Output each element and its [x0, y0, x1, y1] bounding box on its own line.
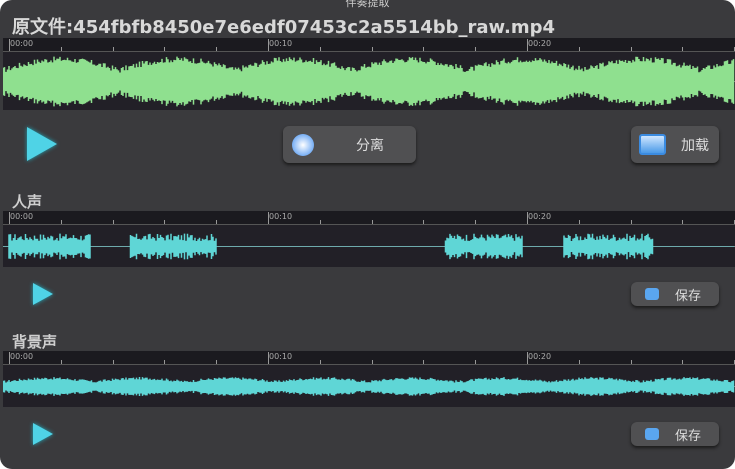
load-button[interactable]: 加载 — [631, 126, 719, 163]
waveform — [3, 377, 735, 396]
waveform — [3, 56, 735, 107]
save-vocals-label: 保存 — [675, 288, 702, 304]
save-icon — [645, 428, 659, 440]
window-title: 伴奏提取 — [345, 0, 390, 9]
load-label: 加载 — [681, 137, 709, 154]
separate-button[interactable]: 分离 — [283, 126, 416, 163]
waveform — [3, 233, 735, 260]
ruler-tick — [216, 47, 218, 51]
ruler-tick — [630, 360, 632, 364]
ruler-tick — [319, 220, 321, 224]
ruler-tick — [630, 220, 632, 224]
ruler-tick — [216, 220, 218, 224]
ruler-tick — [630, 47, 632, 51]
ruler-tick — [112, 220, 114, 224]
ruler-tick — [164, 220, 166, 224]
ruler-tick — [319, 360, 321, 364]
ruler-tick — [475, 220, 477, 224]
ruler-tick — [475, 360, 477, 364]
timeline-ruler[interactable]: 00:00 00:10 00:20 — [3, 211, 735, 225]
timeline-ruler[interactable]: 00:00 00:10 00:20 — [3, 38, 735, 52]
ruler-tick — [578, 47, 580, 51]
ruler-label: 00:10 — [269, 39, 293, 48]
save-background-label: 保存 — [675, 428, 702, 444]
play-source-button[interactable] — [27, 127, 57, 161]
ruler-tick — [371, 360, 373, 364]
ruler-tick — [164, 47, 166, 51]
ruler-tick — [371, 220, 373, 224]
vocals-label: 人声 — [12, 193, 43, 211]
ruler-label: 00:00 — [10, 39, 34, 48]
folder-icon — [639, 134, 666, 155]
ruler-label: 00:20 — [528, 39, 552, 48]
ruler-tick — [112, 360, 114, 364]
vocals-waveform[interactable]: 00:00 00:10 00:20 — [3, 211, 735, 267]
ruler-label: 00:20 — [528, 212, 552, 221]
ruler-tick — [682, 47, 684, 51]
ruler-label: 00:10 — [269, 212, 293, 221]
ruler-tick — [578, 360, 580, 364]
play-background-button[interactable] — [33, 423, 53, 445]
play-vocals-button[interactable] — [33, 283, 53, 305]
background-label: 背景声 — [12, 333, 58, 351]
source-filename: 原文件:454fbfb8450e7e6edf07453c2a5514bb_raw… — [12, 17, 556, 38]
app-window: 伴奏提取 原文件:454fbfb8450e7e6edf07453c2a5514b… — [0, 0, 735, 469]
ruler-label: 00:20 — [528, 352, 552, 361]
save-icon — [645, 288, 659, 300]
ruler-tick — [371, 47, 373, 51]
ruler-tick — [682, 220, 684, 224]
background-waveform[interactable]: 00:00 00:10 00:20 — [3, 351, 735, 407]
separate-label: 分离 — [356, 137, 384, 154]
ruler-tick — [60, 220, 62, 224]
ruler-tick — [682, 360, 684, 364]
timeline-ruler[interactable]: 00:00 00:10 00:20 — [3, 351, 735, 365]
source-waveform[interactable]: 00:00 00:10 00:20 — [3, 38, 735, 110]
ruler-label: 00:00 — [10, 352, 34, 361]
save-vocals-button[interactable]: 保存 — [631, 282, 719, 306]
ruler-tick — [216, 360, 218, 364]
ruler-label: 00:10 — [269, 352, 293, 361]
ruler-tick — [578, 220, 580, 224]
ruler-tick — [423, 47, 425, 51]
ruler-tick — [475, 47, 477, 51]
ruler-tick — [164, 360, 166, 364]
ruler-tick — [423, 360, 425, 364]
separate-icon — [292, 133, 314, 156]
ruler-tick — [423, 220, 425, 224]
ruler-tick — [319, 47, 321, 51]
save-background-button[interactable]: 保存 — [631, 422, 719, 446]
ruler-tick — [60, 360, 62, 364]
ruler-tick — [60, 47, 62, 51]
ruler-label: 00:00 — [10, 212, 34, 221]
ruler-tick — [112, 47, 114, 51]
